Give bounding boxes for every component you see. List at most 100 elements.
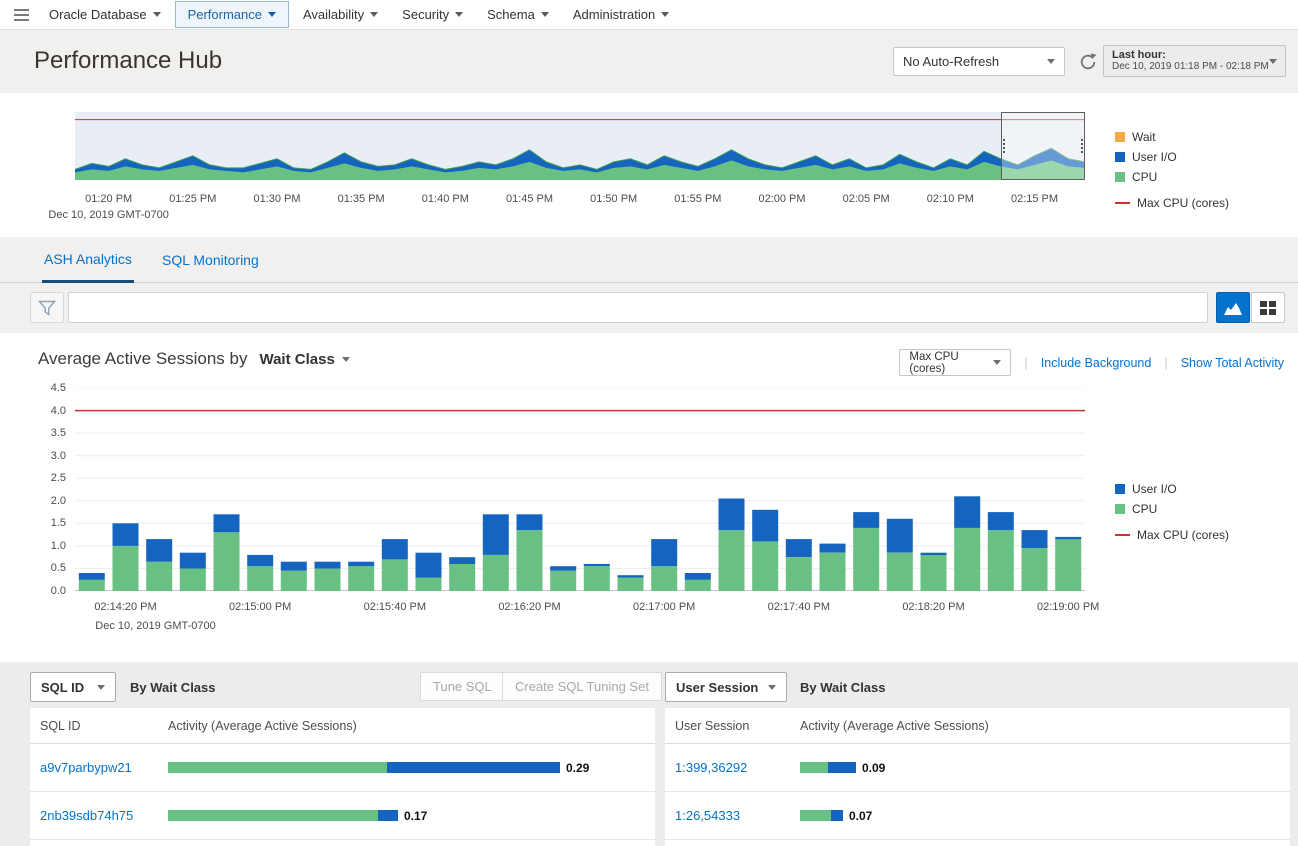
activity-segment-cpu — [168, 810, 378, 821]
session-table: User Session Activity (Average Active Se… — [665, 708, 1290, 846]
chevron-down-icon — [267, 12, 276, 17]
timeline-date-label: Dec 10, 2019 GMT-0700 — [48, 209, 169, 221]
activity-segment-user-io — [378, 810, 398, 821]
aas-legend: User I/O CPU Max CPU (cores) — [1115, 479, 1229, 545]
legend-swatch — [1115, 132, 1125, 142]
timeline-panel: 01:20 PM 01:25 PM 01:30 PM 01:35 PM 01:40 PM… — [0, 93, 1298, 237]
hamburger-glyph — [14, 8, 29, 21]
tab-sql-monitoring[interactable]: SQL Monitoring — [160, 237, 261, 283]
legend-label: CPU — [1132, 502, 1158, 516]
chevron-down-icon — [152, 12, 161, 17]
chevron-down-icon — [768, 684, 776, 690]
x-tick-label: 02:10 PM — [926, 193, 974, 205]
x-tick-label: 02:05 PM — [842, 193, 890, 205]
legend-label: Wait — [1132, 130, 1156, 144]
nav-item-availability[interactable]: Availability — [291, 0, 390, 29]
filter-input[interactable] — [68, 292, 1208, 323]
chevron-down-icon — [1047, 59, 1055, 64]
nav-item-schema[interactable]: Schema — [475, 0, 561, 29]
nav-item-label: Security — [402, 7, 450, 22]
dimension-value: Wait Class — [259, 351, 335, 368]
legend-swatch — [1115, 504, 1125, 514]
separator: | — [1164, 355, 1168, 370]
dimension-select[interactable]: Wait Class — [259, 351, 350, 368]
session-dimension-value: User Session — [676, 679, 759, 695]
x-tick-label: 01:50 PM — [590, 193, 638, 205]
column-header-activity: Activity (Average Active Sessions) — [800, 719, 989, 733]
nav-item-security[interactable]: Security — [390, 0, 475, 29]
activity-bar: 0.07 — [800, 809, 872, 823]
sql-table-header: SQL ID Activity (Average Active Sessions… — [30, 708, 655, 744]
show-total-activity-link[interactable]: Show Total Activity — [1181, 356, 1284, 370]
column-header-user-session: User Session — [675, 719, 750, 733]
overlay-select[interactable]: Max CPU (cores) — [899, 349, 1012, 376]
legend-swatch — [1115, 534, 1130, 536]
legend-label: CPU — [1132, 170, 1158, 184]
sql-id-link[interactable]: a9v7parbypw21 — [40, 760, 132, 775]
nav-item-oracle-database[interactable]: Oracle Database — [37, 0, 173, 29]
activity-segment-user-io — [831, 810, 843, 821]
sql-dimension-value: SQL ID — [41, 679, 85, 695]
time-range-select[interactable]: Last hour: Dec 10, 2019 01:18 PM - 02:18… — [1103, 45, 1286, 77]
grid-icon — [1260, 300, 1276, 315]
activity-segment-cpu — [800, 810, 831, 821]
detail-section: SQL ID By Wait Class Tune SQL Create SQL… — [0, 662, 1298, 846]
timeline-chart[interactable] — [75, 112, 1085, 180]
aas-bar-chart[interactable] — [75, 387, 1085, 591]
y-tick-label: 3.0 — [50, 449, 66, 462]
nav-item-label: Performance — [187, 7, 262, 22]
refresh-button[interactable] — [1076, 50, 1100, 74]
nav-item-label: Administration — [572, 7, 656, 22]
filter-button[interactable] — [30, 292, 64, 323]
selection-left-handle[interactable] — [1002, 139, 1005, 153]
session-by-wait-class-label: By Wait Class — [800, 679, 886, 695]
x-tick-label: 01:45 PM — [505, 193, 554, 205]
auto-refresh-select[interactable]: No Auto-Refresh — [893, 47, 1065, 76]
activity-segment-cpu — [800, 762, 828, 773]
user-session-link[interactable]: 1:26,54333 — [675, 808, 740, 823]
create-sql-tuning-set-button[interactable]: Create SQL Tuning Set — [502, 672, 662, 701]
legend-swatch — [1115, 152, 1125, 162]
y-tick-label: 2.0 — [50, 494, 66, 507]
sql-by-wait-class-label: By Wait Class — [130, 679, 216, 695]
session-table-header: User Session Activity (Average Active Se… — [665, 708, 1290, 744]
x-tick-label: 02:00 PM — [758, 193, 806, 205]
selection-right-handle[interactable] — [1080, 139, 1083, 153]
legend-item-max-cpu-cores-: Max CPU (cores) — [1115, 525, 1229, 545]
sql-id-link[interactable]: 2nb39sdb74h75 — [40, 808, 133, 823]
sql-dimension-select[interactable]: SQL ID — [30, 672, 116, 702]
session-dimension-select[interactable]: User Session — [665, 672, 787, 702]
auto-refresh-value: No Auto-Refresh — [903, 54, 1000, 69]
menu-icon[interactable] — [14, 8, 29, 21]
time-range-label: Last hour: — [1112, 49, 1166, 61]
chart-view-button[interactable] — [1216, 292, 1250, 323]
x-tick-label: 02:14:20 PM — [94, 601, 157, 613]
x-tick-label: 02:16:20 PM — [498, 601, 561, 613]
grid-view-button[interactable] — [1251, 292, 1285, 323]
legend-swatch — [1115, 484, 1125, 494]
sql-table: SQL ID Activity (Average Active Sessions… — [30, 708, 655, 846]
table-row: 2nb39sdb74h75 0.17 — [30, 792, 655, 840]
nav-item-label: Schema — [487, 7, 535, 22]
aas-controls: Max CPU (cores) | Include Background | S… — [899, 349, 1284, 376]
separator: | — [1024, 355, 1028, 370]
nav-item-performance[interactable]: Performance — [174, 1, 289, 28]
page-title: Performance Hub — [34, 47, 223, 74]
timeline-selection-window[interactable] — [1000, 112, 1085, 180]
legend-item-cpu: CPU — [1115, 499, 1229, 519]
funnel-icon — [38, 300, 56, 316]
y-tick-label: 4.5 — [50, 382, 66, 394]
tab-ash-analytics[interactable]: ASH Analytics — [42, 237, 134, 283]
nav-item-label: Oracle Database — [49, 7, 147, 22]
include-background-link[interactable]: Include Background — [1041, 356, 1152, 370]
nav-item-administration[interactable]: Administration — [561, 0, 681, 29]
x-tick-label: 01:40 PM — [421, 193, 469, 205]
tab-label: SQL Monitoring — [162, 252, 259, 268]
user-session-link[interactable]: 1:399,36292 — [675, 760, 747, 775]
chevron-down-icon — [661, 12, 670, 17]
chevron-down-icon — [370, 12, 379, 17]
refresh-icon — [1080, 53, 1097, 70]
chevron-down-icon — [455, 12, 464, 17]
x-tick-label: 02:18:20 PM — [902, 601, 965, 613]
tune-sql-button[interactable]: Tune SQL — [420, 672, 505, 701]
